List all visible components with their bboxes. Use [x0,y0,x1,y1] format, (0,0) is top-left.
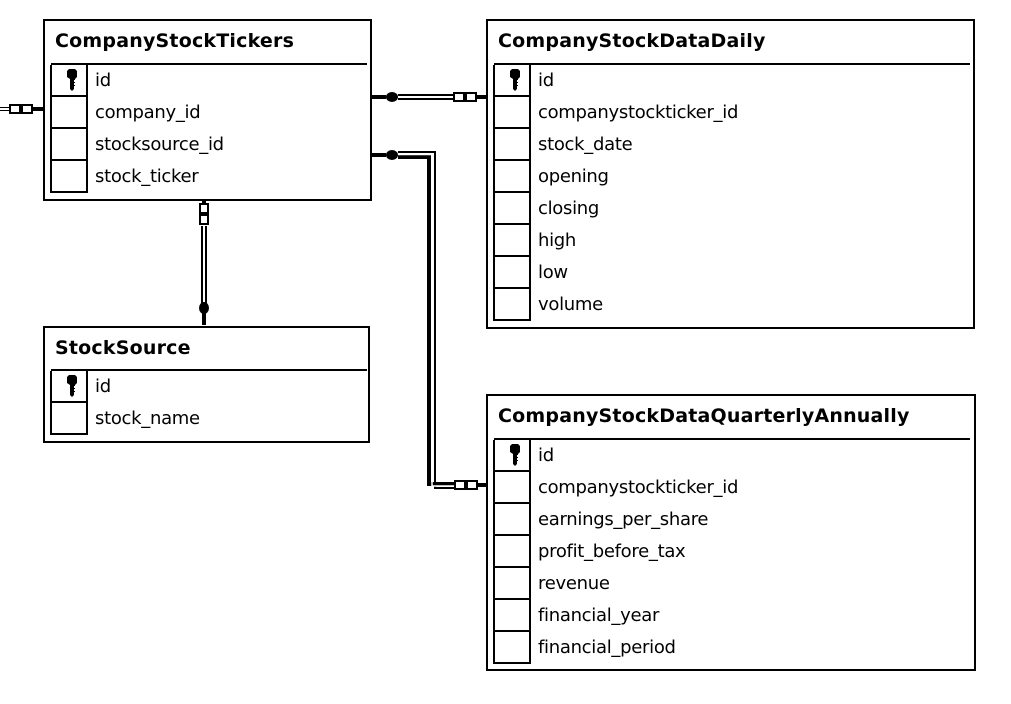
relationship-offscreen-to-tickers[interactable] [0,104,43,114]
table-companystockdataquarterlyannually[interactable]: CompanyStockDataQuarterlyAnnually id comp… [486,394,976,671]
column-name: earnings_per_share [538,509,709,530]
header-divider [494,63,970,65]
key-indicator-cell [493,536,531,568]
key-indicator-cell [50,371,88,403]
column-name: id [95,376,111,397]
key-indicator-cell [50,97,88,129]
many-end-infinity-icon [9,104,21,114]
one-end-key-icon [386,150,398,160]
column-name: volume [538,294,603,315]
table-title: CompanyStockDataDaily [498,30,766,52]
column-name: stocksource_id [95,134,224,155]
key-indicator-cell [493,257,531,289]
one-end-key-icon [386,92,398,102]
key-indicator-cell [493,193,531,225]
column-name: companystockticker_id [538,477,739,498]
column-name: company_id [95,102,201,123]
key-indicator-cell [50,65,88,97]
header-divider [51,63,367,65]
key-indicator-cell [493,97,531,129]
column-name: financial_year [538,605,660,626]
column-name: id [95,70,111,91]
key-indicator-cell [493,632,531,664]
key-indicator-cell [493,289,531,321]
column-name: profit_before_tax [538,541,686,562]
key-indicator-cell [493,472,531,504]
column-name: stock_ticker [95,166,199,187]
key-indicator-cell [493,600,531,632]
primary-key-icon [510,444,520,466]
column-name: stock_date [538,134,633,155]
primary-key-icon [67,69,77,91]
header-divider [494,438,970,440]
table-companystockdatadaily[interactable]: CompanyStockDataDaily id companystocktick… [486,19,975,329]
column-name: opening [538,166,609,187]
many-end-infinity-icon [453,92,465,102]
key-indicator-cell [493,504,531,536]
column-name: stock_name [95,408,200,429]
column-name: financial_period [538,637,676,658]
key-indicator-cell [493,129,531,161]
column-name: closing [538,198,600,219]
key-indicator-cell [493,161,531,193]
key-indicator-cell [493,225,531,257]
table-title: StockSource [55,337,191,359]
table-title: CompanyStockTickers [55,30,295,52]
column-name: high [538,230,577,251]
header-divider [51,369,367,371]
column-name: companystockticker_id [538,102,739,123]
key-indicator-cell [493,440,531,472]
many-end-infinity-icon [199,203,209,214]
table-stocksource[interactable]: StockSource id stock_name [43,326,370,443]
column-name: id [538,445,554,466]
many-end-infinity-icon [454,480,466,490]
key-indicator-cell [50,129,88,161]
primary-key-icon [67,375,77,397]
primary-key-icon [510,69,520,91]
table-companystocktickers[interactable]: CompanyStockTickers id company_id stocksou… [43,19,372,201]
relationship-tickers-to-quarterly[interactable] [372,150,487,490]
key-indicator-cell [493,65,531,97]
table-title: CompanyStockDataQuarterlyAnnually [498,405,910,427]
key-indicator-cell [50,161,88,193]
column-name: id [538,70,554,91]
key-indicator-cell [493,568,531,600]
column-name: low [538,262,568,283]
key-indicator-cell [50,403,88,435]
relationship-tickers-to-daily[interactable] [372,92,487,102]
column-name: revenue [538,573,610,594]
relationship-tickers-to-stocksource[interactable] [199,200,209,325]
